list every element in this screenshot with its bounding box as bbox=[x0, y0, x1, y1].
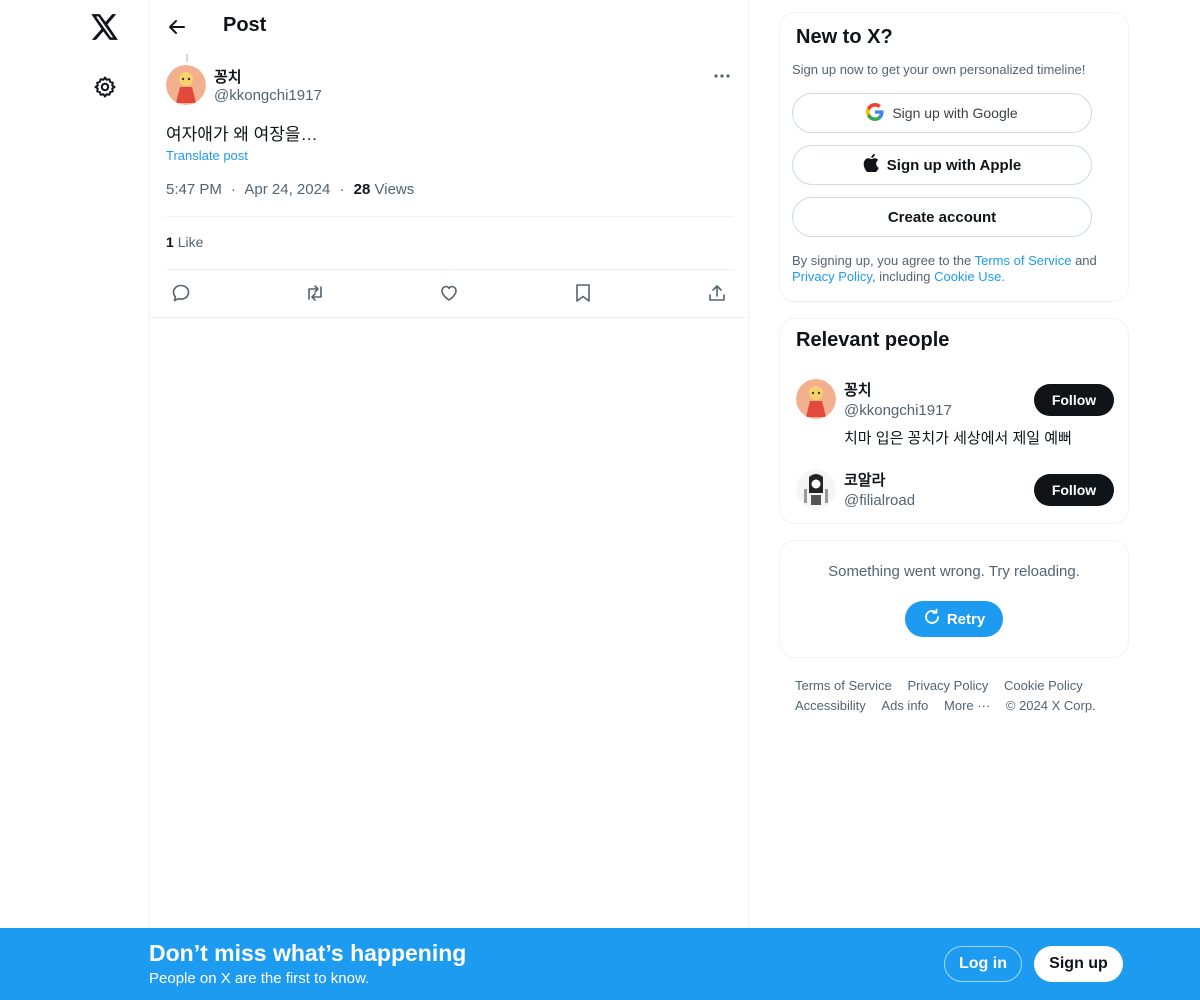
likes-count: 1 bbox=[166, 234, 174, 250]
meta-separator: · bbox=[231, 181, 237, 198]
more-options-icon[interactable] bbox=[710, 64, 734, 88]
views-label: Views bbox=[374, 181, 415, 198]
like-icon[interactable] bbox=[437, 281, 461, 305]
divider bbox=[150, 317, 750, 318]
avatar[interactable] bbox=[796, 469, 836, 509]
footer-link-privacy[interactable]: Privacy Policy bbox=[907, 676, 988, 696]
thread-line bbox=[186, 54, 188, 62]
legal-and: and bbox=[1075, 253, 1097, 268]
card-title: New to X? bbox=[796, 26, 893, 48]
terms-link[interactable]: Terms of Service bbox=[975, 253, 1072, 268]
legal-including: , including bbox=[871, 269, 931, 284]
likes-label: Like bbox=[177, 234, 204, 250]
meta-separator: · bbox=[339, 181, 345, 198]
card-subtitle: Sign up now to get your own personalized… bbox=[792, 62, 1086, 77]
footer-links: Terms of Service Privacy Policy Cookie P… bbox=[795, 676, 1125, 716]
retry-button[interactable]: Retry bbox=[905, 601, 1003, 637]
legal-end: . bbox=[1001, 269, 1005, 284]
post-meta: 5:47 PM · Apr 24, 2024 · 28 Views bbox=[166, 181, 414, 198]
signup-button[interactable]: Sign up bbox=[1034, 946, 1123, 982]
likes-summary[interactable]: 1 Like bbox=[166, 234, 203, 250]
left-nav bbox=[0, 0, 149, 1000]
banner-title: Don’t miss what’s happening bbox=[149, 940, 467, 966]
person-bio: 치마 입은 꽁치가 세상에서 제일 예뻐 bbox=[844, 430, 1072, 447]
legal-prefix: By signing up, you agree to the bbox=[792, 253, 972, 268]
post-time[interactable]: 5:47 PM bbox=[166, 181, 222, 198]
author-handle[interactable]: @kkongchi1917 bbox=[214, 87, 322, 104]
post-actions bbox=[166, 281, 734, 305]
google-icon bbox=[866, 102, 884, 124]
footer-link-ads[interactable]: Ads info bbox=[881, 696, 928, 716]
refresh-icon bbox=[923, 608, 941, 630]
divider bbox=[166, 269, 734, 270]
views-count: 28 bbox=[353, 181, 371, 198]
repost-icon[interactable] bbox=[303, 281, 327, 305]
privacy-link[interactable]: Privacy Policy bbox=[792, 269, 872, 284]
bookmark-icon[interactable] bbox=[571, 281, 595, 305]
error-message: Something went wrong. Try reloading. bbox=[828, 563, 1080, 580]
error-card: Something went wrong. Try reloading. Ret… bbox=[779, 540, 1129, 658]
main-column: Post 꽁치 @kkongchi1917 여자애가 왜 여장을… Transl… bbox=[149, 0, 750, 928]
x-logo-icon[interactable] bbox=[88, 10, 122, 44]
footer-link-accessibility[interactable]: Accessibility bbox=[795, 696, 866, 716]
footer-link-more[interactable]: More ··· bbox=[944, 696, 990, 716]
apple-icon bbox=[863, 153, 879, 176]
person-name[interactable]: 꽁치 bbox=[844, 379, 872, 400]
person-handle[interactable]: @kkongchi1917 bbox=[844, 402, 952, 419]
translate-post-link[interactable]: Translate post bbox=[166, 148, 248, 163]
banner-subtitle: People on X are the first to know. bbox=[149, 970, 370, 987]
divider bbox=[166, 216, 734, 217]
new-to-x-card: New to X? Sign up now to get your own pe… bbox=[779, 12, 1129, 302]
retry-label: Retry bbox=[946, 610, 986, 628]
author-name[interactable]: 꽁치 bbox=[214, 66, 242, 87]
arrow-left-icon[interactable] bbox=[164, 12, 190, 42]
page-title: Post bbox=[223, 14, 267, 36]
share-icon[interactable] bbox=[705, 281, 729, 305]
card-title: Relevant people bbox=[796, 329, 950, 351]
follow-button[interactable]: Follow bbox=[1034, 474, 1114, 506]
create-account-button[interactable]: Create account bbox=[792, 197, 1092, 237]
follow-button[interactable]: Follow bbox=[1034, 384, 1114, 416]
signup-google-button[interactable]: Sign up with Google bbox=[792, 93, 1092, 133]
page-header: Post bbox=[150, 0, 750, 54]
post-date[interactable]: Apr 24, 2024 bbox=[244, 181, 330, 198]
footer-copyright: © 2024 X Corp. bbox=[1005, 698, 1096, 713]
cookie-link[interactable]: Cookie Use bbox=[934, 269, 1001, 284]
relevant-people-card: Relevant people 꽁치 @kkongchi1917 치마 입은 꽁… bbox=[779, 318, 1129, 524]
post-text: 여자애가 왜 여장을… bbox=[166, 125, 318, 144]
signup-google-label: Sign up with Google bbox=[892, 105, 1018, 121]
signup-apple-button[interactable]: Sign up with Apple bbox=[792, 145, 1092, 185]
avatar[interactable] bbox=[166, 65, 206, 105]
avatar[interactable] bbox=[796, 379, 836, 419]
create-account-label: Create account bbox=[887, 208, 997, 226]
login-button[interactable]: Log in bbox=[944, 946, 1022, 982]
gear-icon[interactable] bbox=[90, 72, 120, 102]
person-handle[interactable]: @filialroad bbox=[844, 492, 915, 509]
footer-link-terms[interactable]: Terms of Service bbox=[795, 676, 892, 696]
footer-link-cookie[interactable]: Cookie Policy bbox=[1004, 676, 1083, 696]
person-name[interactable]: 코알라 bbox=[844, 469, 885, 490]
signup-apple-label: Sign up with Apple bbox=[886, 156, 1022, 174]
reply-icon[interactable] bbox=[169, 281, 193, 305]
signup-banner: Don’t miss what’s happening People on X … bbox=[0, 928, 1200, 1000]
signup-legal-text: By signing up, you agree to the Terms of… bbox=[792, 253, 1112, 285]
